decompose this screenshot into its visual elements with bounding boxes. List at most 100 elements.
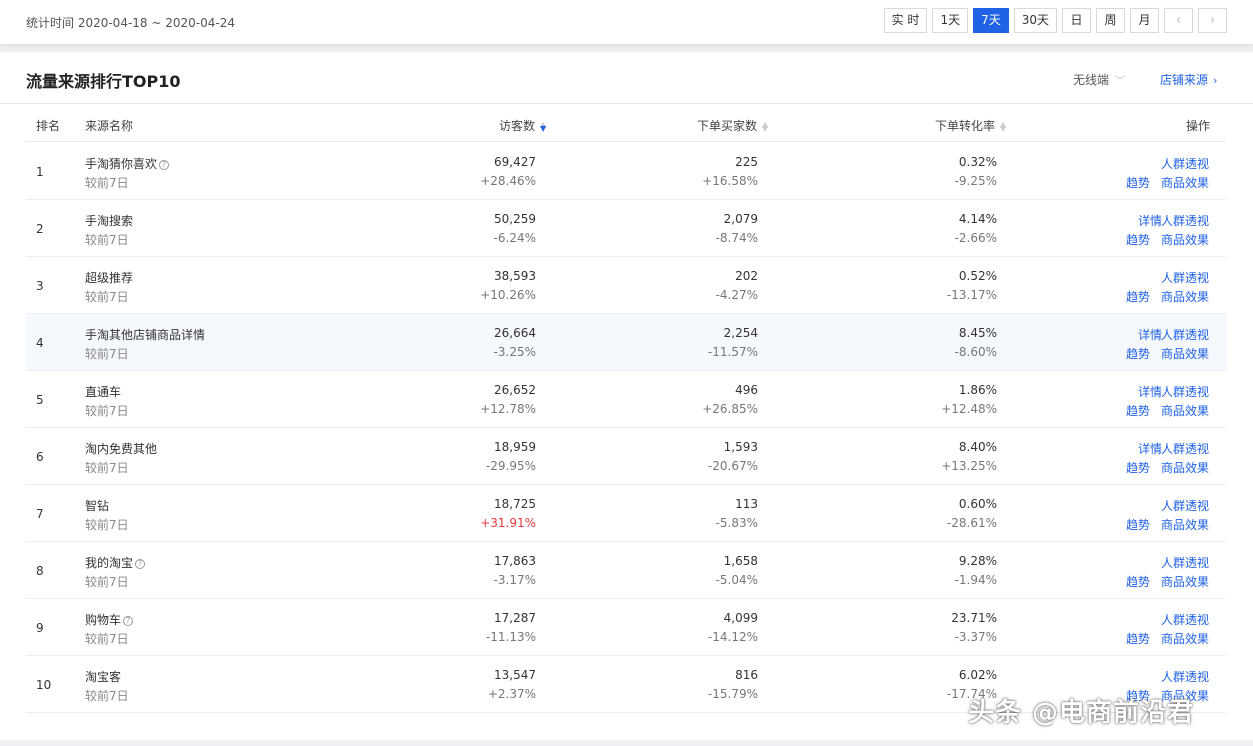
chevron-down-icon: ﹀ <box>1115 76 1126 87</box>
conversion-change: -2.66% <box>954 231 997 245</box>
table-row: 4 手淘其他店铺商品详情 较前7日 26,664 -3.25% 2,254 -1… <box>26 314 1226 371</box>
period-realtime-button[interactable]: 实 时 <box>883 8 928 33</box>
product-effect-link[interactable]: 商品效果 <box>1161 516 1209 533</box>
product-effect-link[interactable]: 商品效果 <box>1161 630 1209 647</box>
crowd-link[interactable]: 人群透视 <box>1161 668 1209 685</box>
source-name: 直通车 <box>85 383 121 400</box>
device-select[interactable]: 无线端 ﹀ <box>1073 71 1125 88</box>
visitors-change: -6.24% <box>493 231 536 245</box>
store-source-label: 店铺来源 <box>1160 73 1209 87</box>
trend-link[interactable]: 趋势 <box>1126 231 1150 248</box>
buyers-change: +16.58% <box>702 174 758 188</box>
detail-link[interactable]: 详情 <box>1138 440 1162 457</box>
conversion-change: +12.48% <box>941 402 997 416</box>
rank-cell: 3 <box>36 279 44 293</box>
conversion-change: -3.37% <box>954 630 997 644</box>
help-icon[interactable]: ? <box>159 160 170 170</box>
crowd-link[interactable]: 人群透视 <box>1161 440 1209 457</box>
source-name-label: 淘内免费其他 <box>85 442 158 456</box>
next-period-button[interactable]: › <box>1198 8 1227 33</box>
buyers-value: 2,079 <box>723 212 758 226</box>
source-name-label: 手淘猜你喜欢 <box>85 157 158 171</box>
period-button-group: 实 时 1天 7天 30天 日 周 月 ‹ › <box>883 8 1227 33</box>
visitors-change: +28.46% <box>480 174 536 188</box>
buyers-value: 2,254 <box>723 326 758 340</box>
store-source-link[interactable]: 店铺来源 › <box>1160 71 1217 88</box>
period-30day-button[interactable]: 30天 <box>1013 8 1057 33</box>
conversion-value: 0.60% <box>958 497 997 511</box>
crowd-link[interactable]: 人群透视 <box>1161 554 1209 571</box>
conversion-change: -9.25% <box>954 174 997 188</box>
crowd-link[interactable]: 人群透视 <box>1161 155 1209 172</box>
product-effect-link[interactable]: 商品效果 <box>1161 459 1209 476</box>
rank-cell: 7 <box>36 507 44 521</box>
source-name: 淘宝客 <box>85 668 121 685</box>
buyers-value: 202 <box>735 269 758 283</box>
product-effect-link[interactable]: 商品效果 <box>1161 288 1209 305</box>
period-7day-button[interactable]: 7天 <box>973 8 1009 33</box>
product-effect-link[interactable]: 商品效果 <box>1161 174 1209 191</box>
detail-link[interactable]: 详情 <box>1138 326 1162 343</box>
buyers-change: -4.27% <box>715 288 758 302</box>
conversion-change: -8.60% <box>954 345 997 359</box>
trend-link[interactable]: 趋势 <box>1126 402 1150 419</box>
prev-period-button[interactable]: ‹ <box>1164 8 1193 33</box>
buyers-value: 1,593 <box>723 440 758 454</box>
period-day-button[interactable]: 日 <box>1062 8 1091 33</box>
column-header-buyers[interactable]: 下单买家数 ▲ ▼ <box>697 117 768 134</box>
help-icon[interactable]: ? <box>135 559 146 569</box>
column-header-visitors[interactable]: 访客数 ▲ ▼ <box>499 117 546 134</box>
crowd-link[interactable]: 人群透视 <box>1161 212 1209 229</box>
rank-cell: 2 <box>36 222 44 236</box>
compare-label: 较前7日 <box>85 176 129 190</box>
column-header-rank: 排名 <box>36 119 61 133</box>
period-month-button[interactable]: 月 <box>1130 8 1159 33</box>
crowd-link[interactable]: 人群透视 <box>1161 326 1209 343</box>
sort-icon: ▲ ▼ <box>540 119 547 133</box>
conversion-change: -1.94% <box>954 573 997 587</box>
source-name-label: 直通车 <box>85 385 122 399</box>
help-icon[interactable]: ? <box>123 616 134 626</box>
crowd-link[interactable]: 人群透视 <box>1161 269 1209 286</box>
compare-label: 较前7日 <box>85 290 129 304</box>
conversion-value: 0.32% <box>958 155 997 169</box>
product-effect-link[interactable]: 商品效果 <box>1161 573 1209 590</box>
rank-cell: 9 <box>36 621 44 635</box>
crowd-link[interactable]: 人群透视 <box>1161 497 1209 514</box>
buyers-value: 4,099 <box>723 611 758 625</box>
trend-link[interactable]: 趋势 <box>1126 459 1150 476</box>
compare-label: 较前7日 <box>85 632 129 646</box>
crowd-link[interactable]: 人群透视 <box>1161 611 1209 628</box>
trend-link[interactable]: 趋势 <box>1126 573 1150 590</box>
chevron-right-icon: › <box>1213 74 1218 87</box>
column-header-conversion[interactable]: 下单转化率 ▲ ▼ <box>935 117 1006 134</box>
period-week-button[interactable]: 周 <box>1096 8 1125 33</box>
compare-label: 较前7日 <box>85 404 129 418</box>
table-row: 2 手淘搜索 较前7日 50,259 -6.24% 2,079 -8.74% 4… <box>26 200 1226 257</box>
detail-link[interactable]: 详情 <box>1138 383 1162 400</box>
compare-label: 较前7日 <box>85 233 129 247</box>
trend-link[interactable]: 趋势 <box>1126 174 1150 191</box>
trend-link[interactable]: 趋势 <box>1126 630 1150 647</box>
visitors-value: 26,664 <box>494 326 536 340</box>
trend-link[interactable]: 趋势 <box>1126 288 1150 305</box>
crowd-link[interactable]: 人群透视 <box>1161 383 1209 400</box>
conversion-value: 6.02% <box>958 668 997 682</box>
column-header-conversion-label: 下单转化率 <box>935 119 996 133</box>
detail-link[interactable]: 详情 <box>1138 212 1162 229</box>
visitors-change: -29.95% <box>485 459 536 473</box>
product-effect-link[interactable]: 商品效果 <box>1161 345 1209 362</box>
source-name: 我的淘宝? <box>85 554 146 571</box>
chevron-left-icon: ‹ <box>1175 13 1182 28</box>
buyers-change: +26.85% <box>702 402 758 416</box>
top-bar: 统计时间 2020-04-18 ~ 2020-04-24 实 时 1天 7天 3… <box>0 0 1253 44</box>
product-effect-link[interactable]: 商品效果 <box>1161 402 1209 419</box>
period-1day-button[interactable]: 1天 <box>932 8 969 33</box>
trend-link[interactable]: 趋势 <box>1126 345 1150 362</box>
product-effect-link[interactable]: 商品效果 <box>1161 231 1209 248</box>
compare-label: 较前7日 <box>85 689 129 703</box>
trend-link[interactable]: 趋势 <box>1126 516 1150 533</box>
sort-icon: ▲ ▼ <box>1000 119 1007 133</box>
conversion-value: 9.28% <box>958 554 997 568</box>
table-header: 排名 来源名称 访客数 ▲ ▼ 下单买家数 ▲ ▼ 下单转化率 ▲ ▼ 操作 <box>26 104 1226 142</box>
